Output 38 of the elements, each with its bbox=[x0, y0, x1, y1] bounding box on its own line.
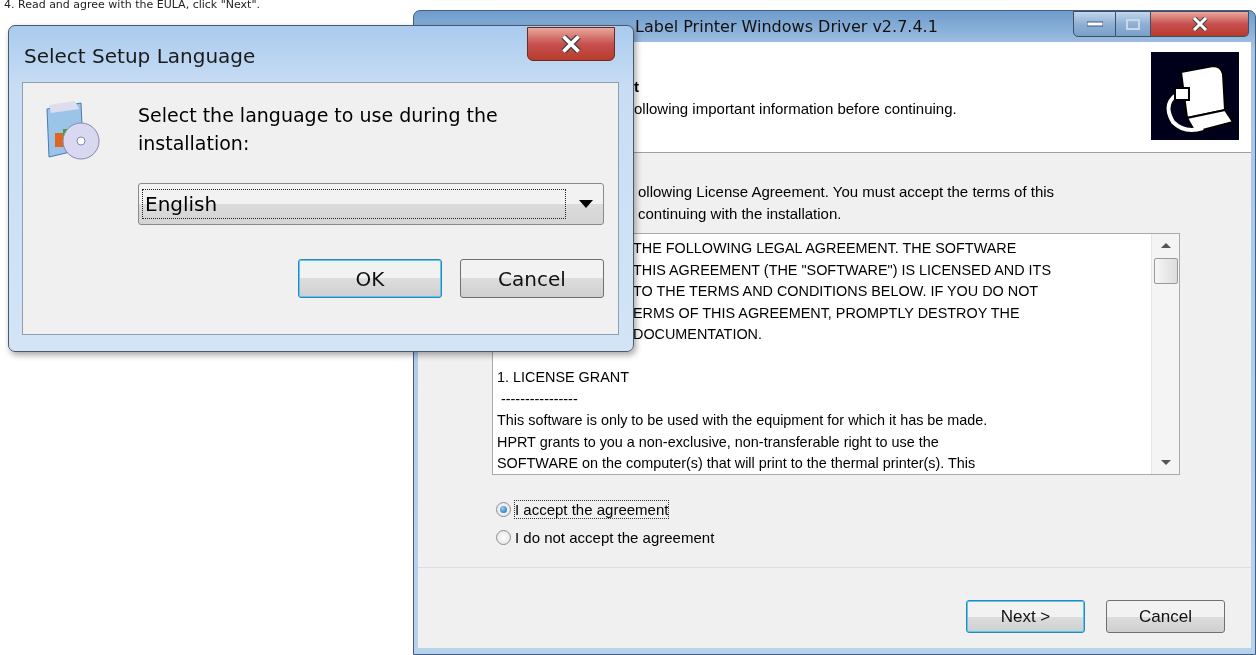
license-line: This software is only to be used with the equipment for which it has be made. bbox=[497, 411, 988, 430]
dropdown-arrow-icon[interactable] bbox=[579, 200, 593, 208]
close-button[interactable] bbox=[1151, 11, 1249, 37]
maximize-button[interactable] bbox=[1116, 11, 1151, 37]
license-line: 1. LICENSE GRANT bbox=[497, 368, 629, 387]
radio-option[interactable]: I do not accept the agreement bbox=[496, 529, 715, 546]
scroll-down-icon[interactable] bbox=[1160, 460, 1171, 466]
dialog-button[interactable]: OK bbox=[298, 259, 442, 298]
license-line: ---------------- bbox=[500, 389, 578, 409]
license-line: TO THE TERMS AND CONDITIONS BELOW. IF YOU DO NOT bbox=[633, 282, 1039, 301]
prompt-text: Select the language to use during the installation: bbox=[138, 103, 499, 156]
license-line: ERMS OF THIS AGREEMENT, PROMPTLY DESTROY THE bbox=[633, 303, 1020, 323]
page-subheading: ollowing important information before continuing. bbox=[634, 100, 957, 117]
instruction-text: ollowing License Agreement. You must accept the terms of this bbox=[638, 182, 1056, 202]
close-icon[interactable] bbox=[1191, 17, 1208, 31]
page-heading: t bbox=[634, 78, 640, 95]
window-title: Label Printer Windows Driver v2.7.4.1 bbox=[634, 17, 938, 36]
license-line: THE FOLLOWING LEGAL AGREEMENT. THE SOFTWARE bbox=[633, 239, 1017, 258]
license-line: HPRT grants to you a non-exclusive, non-transferable right to use the bbox=[497, 432, 939, 452]
language-dropdown[interactable]: English bbox=[138, 183, 604, 225]
scroll-bar[interactable] bbox=[1151, 234, 1179, 474]
computer-icon bbox=[1151, 52, 1239, 140]
radio-option[interactable]: I accept the agreement bbox=[496, 501, 669, 518]
scroll-up-icon[interactable] bbox=[1160, 242, 1171, 248]
minimize-icon[interactable] bbox=[1086, 21, 1103, 27]
instruction-text: continuing with the installation. bbox=[638, 204, 843, 224]
license-line: THIS AGREEMENT (THE "SOFTWARE") IS LICENSED AND ITS bbox=[633, 260, 1051, 280]
close-icon[interactable] bbox=[561, 35, 581, 53]
dialog-title: Select Setup Language bbox=[23, 43, 256, 68]
close-button[interactable] bbox=[527, 27, 615, 61]
minimize-button[interactable] bbox=[1073, 11, 1116, 37]
instruction-caption: 4. Read and agree with the EULA, click "Next". bbox=[3, 0, 260, 10]
dialog-button[interactable]: Cancel bbox=[460, 259, 604, 298]
dialog-button[interactable]: Cancel bbox=[1106, 600, 1225, 633]
license-line: SOFTWARE on the computer(s) that will print to the thermal printer(s). This bbox=[497, 454, 976, 473]
scroll-thumb[interactable] bbox=[1153, 258, 1178, 284]
license-line: DOCUMENTATION. bbox=[633, 325, 762, 344]
dialog-button[interactable]: Next > bbox=[966, 600, 1085, 633]
